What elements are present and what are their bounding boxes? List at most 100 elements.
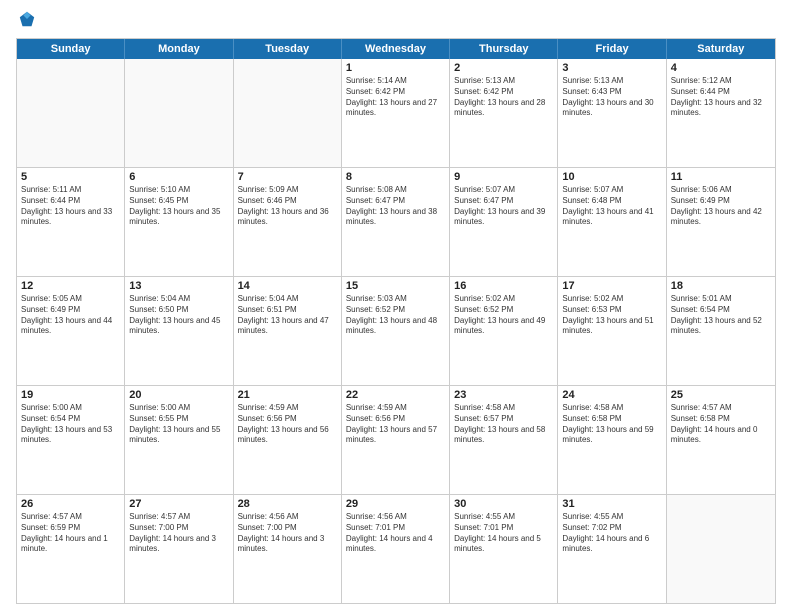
day-number: 3 xyxy=(562,62,661,74)
calendar-cell: 30 Sunrise: 4:55 AM Sunset: 7:01 PM Dayli… xyxy=(450,495,558,603)
header xyxy=(16,12,776,30)
day-number: 12 xyxy=(21,280,120,292)
cell-sun-info: Sunrise: 4:59 AM Sunset: 6:56 PM Dayligh… xyxy=(346,403,445,446)
calendar-cell: 31 Sunrise: 4:55 AM Sunset: 7:02 PM Dayli… xyxy=(558,495,666,603)
cell-sun-info: Sunrise: 4:57 AM Sunset: 6:59 PM Dayligh… xyxy=(21,512,120,555)
cell-sun-info: Sunrise: 4:55 AM Sunset: 7:02 PM Dayligh… xyxy=(562,512,661,555)
day-number: 17 xyxy=(562,280,661,292)
calendar-cell: 20 Sunrise: 5:00 AM Sunset: 6:55 PM Dayli… xyxy=(125,386,233,494)
day-number: 27 xyxy=(129,498,228,510)
weekday-header-thursday: Thursday xyxy=(450,39,558,59)
calendar-cell: 11 Sunrise: 5:06 AM Sunset: 6:49 PM Dayli… xyxy=(667,168,775,276)
cell-sun-info: Sunrise: 5:04 AM Sunset: 6:51 PM Dayligh… xyxy=(238,294,337,337)
cell-sun-info: Sunrise: 5:01 AM Sunset: 6:54 PM Dayligh… xyxy=(671,294,771,337)
day-number: 26 xyxy=(21,498,120,510)
calendar-cell: 21 Sunrise: 4:59 AM Sunset: 6:56 PM Dayli… xyxy=(234,386,342,494)
calendar-cell: 1 Sunrise: 5:14 AM Sunset: 6:42 PM Daylig… xyxy=(342,59,450,167)
cell-sun-info: Sunrise: 4:57 AM Sunset: 7:00 PM Dayligh… xyxy=(129,512,228,555)
weekday-header-saturday: Saturday xyxy=(667,39,775,59)
calendar-cell: 29Sunrise: 4:56 AM Sunset: 7:01 PM Dayli… xyxy=(342,495,450,603)
calendar: SundayMondayTuesdayWednesdayThursdayFrid… xyxy=(16,38,776,604)
weekday-header-sunday: Sunday xyxy=(17,39,125,59)
cell-sun-info: Sunrise: 5:02 AM Sunset: 6:52 PM Dayligh… xyxy=(454,294,553,337)
cell-sun-info: Sunrise: 4:59 AM Sunset: 6:56 PM Dayligh… xyxy=(238,403,337,446)
calendar-row: 26 Sunrise: 4:57 AM Sunset: 6:59 PM Dayli… xyxy=(17,495,775,603)
cell-sun-info: Sunrise: 5:00 AM Sunset: 6:55 PM Dayligh… xyxy=(129,403,228,446)
day-number: 19 xyxy=(21,389,120,401)
logo-icon xyxy=(18,10,36,28)
day-number: 10 xyxy=(562,171,661,183)
calendar-cell: 10 Sunrise: 5:07 AM Sunset: 6:48 PM Dayli… xyxy=(558,168,666,276)
day-number: 16 xyxy=(454,280,553,292)
cell-sun-info: Sunrise: 5:13 AM Sunset: 6:43 PM Dayligh… xyxy=(562,76,661,119)
calendar-cell: 12 Sunrise: 5:05 AM Sunset: 6:49 PM Dayli… xyxy=(17,277,125,385)
day-number: 24 xyxy=(562,389,661,401)
day-number: 14 xyxy=(238,280,337,292)
day-number: 31 xyxy=(562,498,661,510)
calendar-cell: 28Sunrise: 4:56 AM Sunset: 7:00 PM Dayli… xyxy=(234,495,342,603)
cell-sun-info: Sunrise: 5:11 AM Sunset: 6:44 PM Dayligh… xyxy=(21,185,120,228)
day-number: 8 xyxy=(346,171,445,183)
cell-sun-info: Sunrise: 5:00 AM Sunset: 6:54 PM Dayligh… xyxy=(21,403,120,446)
calendar-cell: 17Sunrise: 5:02 AM Sunset: 6:53 PM Dayli… xyxy=(558,277,666,385)
day-number: 25 xyxy=(671,389,771,401)
day-number: 5 xyxy=(21,171,120,183)
calendar-cell: 8 Sunrise: 5:08 AM Sunset: 6:47 PM Daylig… xyxy=(342,168,450,276)
cell-sun-info: Sunrise: 5:12 AM Sunset: 6:44 PM Dayligh… xyxy=(671,76,771,119)
calendar-cell: 15Sunrise: 5:03 AM Sunset: 6:52 PM Dayli… xyxy=(342,277,450,385)
weekday-header-tuesday: Tuesday xyxy=(234,39,342,59)
calendar-cell: 4Sunrise: 5:12 AM Sunset: 6:44 PM Daylig… xyxy=(667,59,775,167)
weekday-header-friday: Friday xyxy=(558,39,666,59)
calendar-cell: 19 Sunrise: 5:00 AM Sunset: 6:54 PM Dayli… xyxy=(17,386,125,494)
day-number: 30 xyxy=(454,498,553,510)
day-number: 15 xyxy=(346,280,445,292)
day-number: 21 xyxy=(238,389,337,401)
day-number: 18 xyxy=(671,280,771,292)
calendar-cell xyxy=(234,59,342,167)
day-number: 7 xyxy=(238,171,337,183)
calendar-cell: 9Sunrise: 5:07 AM Sunset: 6:47 PM Daylig… xyxy=(450,168,558,276)
page: SundayMondayTuesdayWednesdayThursdayFrid… xyxy=(0,0,792,612)
cell-sun-info: Sunrise: 5:13 AM Sunset: 6:42 PM Dayligh… xyxy=(454,76,553,119)
calendar-cell: 25 Sunrise: 4:57 AM Sunset: 6:58 PM Dayli… xyxy=(667,386,775,494)
calendar-row: 5 Sunrise: 5:11 AM Sunset: 6:44 PM Daylig… xyxy=(17,168,775,277)
calendar-cell: 6Sunrise: 5:10 AM Sunset: 6:45 PM Daylig… xyxy=(125,168,233,276)
day-number: 20 xyxy=(129,389,228,401)
day-number: 29 xyxy=(346,498,445,510)
calendar-cell: 26 Sunrise: 4:57 AM Sunset: 6:59 PM Dayli… xyxy=(17,495,125,603)
cell-sun-info: Sunrise: 4:57 AM Sunset: 6:58 PM Dayligh… xyxy=(671,403,771,446)
cell-sun-info: Sunrise: 5:05 AM Sunset: 6:49 PM Dayligh… xyxy=(21,294,120,337)
weekday-header-monday: Monday xyxy=(125,39,233,59)
calendar-cell: 2 Sunrise: 5:13 AM Sunset: 6:42 PM Daylig… xyxy=(450,59,558,167)
cell-sun-info: Sunrise: 4:58 AM Sunset: 6:58 PM Dayligh… xyxy=(562,403,661,446)
day-number: 11 xyxy=(671,171,771,183)
cell-sun-info: Sunrise: 5:14 AM Sunset: 6:42 PM Dayligh… xyxy=(346,76,445,119)
cell-sun-info: Sunrise: 4:58 AM Sunset: 6:57 PM Dayligh… xyxy=(454,403,553,446)
logo xyxy=(16,12,36,30)
calendar-cell: 18 Sunrise: 5:01 AM Sunset: 6:54 PM Dayli… xyxy=(667,277,775,385)
calendar-header: SundayMondayTuesdayWednesdayThursdayFrid… xyxy=(17,39,775,59)
cell-sun-info: Sunrise: 5:04 AM Sunset: 6:50 PM Dayligh… xyxy=(129,294,228,337)
calendar-row: 1 Sunrise: 5:14 AM Sunset: 6:42 PM Daylig… xyxy=(17,59,775,168)
calendar-cell: 3 Sunrise: 5:13 AM Sunset: 6:43 PM Daylig… xyxy=(558,59,666,167)
calendar-cell: 27 Sunrise: 4:57 AM Sunset: 7:00 PM Dayli… xyxy=(125,495,233,603)
cell-sun-info: Sunrise: 5:08 AM Sunset: 6:47 PM Dayligh… xyxy=(346,185,445,228)
cell-sun-info: Sunrise: 5:06 AM Sunset: 6:49 PM Dayligh… xyxy=(671,185,771,228)
calendar-cell: 5 Sunrise: 5:11 AM Sunset: 6:44 PM Daylig… xyxy=(17,168,125,276)
calendar-cell: 14 Sunrise: 5:04 AM Sunset: 6:51 PM Dayli… xyxy=(234,277,342,385)
calendar-cell xyxy=(667,495,775,603)
calendar-cell xyxy=(17,59,125,167)
day-number: 22 xyxy=(346,389,445,401)
calendar-cell: 16 Sunrise: 5:02 AM Sunset: 6:52 PM Dayli… xyxy=(450,277,558,385)
calendar-row: 19 Sunrise: 5:00 AM Sunset: 6:54 PM Dayli… xyxy=(17,386,775,495)
day-number: 9 xyxy=(454,171,553,183)
cell-sun-info: Sunrise: 5:07 AM Sunset: 6:48 PM Dayligh… xyxy=(562,185,661,228)
day-number: 2 xyxy=(454,62,553,74)
calendar-cell: 13 Sunrise: 5:04 AM Sunset: 6:50 PM Dayli… xyxy=(125,277,233,385)
calendar-cell: 22 Sunrise: 4:59 AM Sunset: 6:56 PM Dayli… xyxy=(342,386,450,494)
cell-sun-info: Sunrise: 4:55 AM Sunset: 7:01 PM Dayligh… xyxy=(454,512,553,555)
calendar-cell: 7Sunrise: 5:09 AM Sunset: 6:46 PM Daylig… xyxy=(234,168,342,276)
day-number: 1 xyxy=(346,62,445,74)
calendar-row: 12 Sunrise: 5:05 AM Sunset: 6:49 PM Dayli… xyxy=(17,277,775,386)
day-number: 13 xyxy=(129,280,228,292)
